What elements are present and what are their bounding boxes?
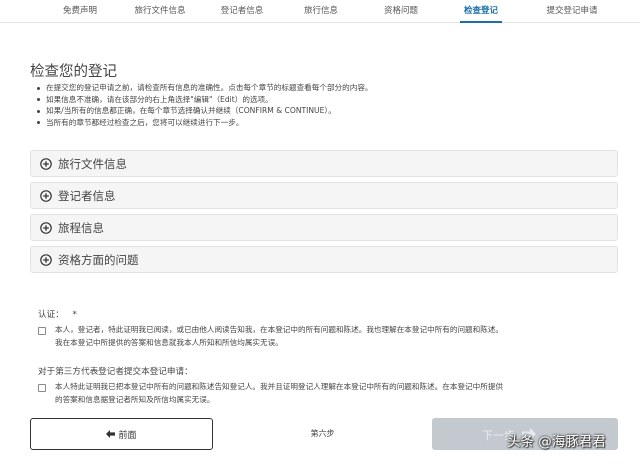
tab-submit[interactable]: 提交登记申请 bbox=[546, 3, 597, 19]
wizard-nav: 免费声明 旅行文件信息 登记者信息 旅行信息 资格问题 检查登记 提交登记申请 bbox=[0, 0, 640, 23]
statement-line: 本人，登记者，特此证明我已阅读，或已由他人阅读告知我，在本登记中的所有问题和陈述… bbox=[55, 325, 504, 334]
section-travel-document[interactable]: 旅行文件信息 bbox=[30, 150, 618, 177]
tab-applicant-info[interactable]: 登记者信息 bbox=[221, 3, 264, 19]
section-label: 资格方面的问题 bbox=[58, 253, 139, 267]
section-journey-info[interactable]: 旅程信息 bbox=[30, 214, 618, 241]
instruction-list: 在提交您的登记申请之前，请检查所有信息的准确性。点击每个章节的标题查看每个部分的… bbox=[34, 82, 624, 128]
watermark: 头条 @海豚君君 bbox=[507, 434, 606, 450]
statement-line: 我在本登记中所提供的答案和信息就我本人所知和所信均属实无误。 bbox=[55, 337, 283, 347]
certification-label: 认证： * bbox=[38, 308, 77, 320]
page-title: 检查您的登记 bbox=[30, 64, 117, 80]
section-label: 旅程信息 bbox=[58, 221, 104, 235]
tab-travel-info[interactable]: 旅行信息 bbox=[304, 3, 338, 19]
statement-line: 的答案和信息据登记者所知及所信均属实无误。 bbox=[55, 394, 215, 404]
instruction-item: 如果信息不准确，请在该部分的右上角选择"编辑"（Edit）的选项。 bbox=[34, 94, 624, 106]
tab-travel-document[interactable]: 旅行文件信息 bbox=[134, 3, 185, 19]
section-applicant-info[interactable]: 登记者信息 bbox=[30, 182, 618, 209]
instruction-item: 在提交您的登记申请之前，请检查所有信息的准确性。点击每个章节的标题查看每个部分的… bbox=[34, 82, 624, 94]
tab-review[interactable]: 检查登记 bbox=[459, 3, 503, 23]
instruction-item: 如果/当所有的信息都正确，在每个章节选择确认并继续（CONFIRM & CONT… bbox=[34, 105, 624, 117]
plus-circle-icon bbox=[40, 157, 52, 170]
required-mark: * bbox=[72, 310, 77, 320]
plus-circle-icon bbox=[40, 189, 52, 202]
certification-checkbox[interactable] bbox=[38, 327, 46, 335]
certification-statement: 本人，登记者，特此证明我已阅读，或已由他人阅读告知我，在本登记中的所有问题和陈述… bbox=[55, 324, 503, 349]
tab-eligibility[interactable]: 资格问题 bbox=[384, 3, 418, 19]
section-label: 登记者信息 bbox=[58, 189, 116, 203]
section-label: 旅行文件信息 bbox=[58, 157, 127, 171]
certification-label-text: 认证： bbox=[38, 310, 64, 320]
instruction-item: 当所有的章节都经过检查之后，您将可以继续进行下一步。 bbox=[34, 117, 624, 129]
tab-disclaimer[interactable]: 免费声明 bbox=[63, 3, 97, 19]
plus-circle-icon bbox=[40, 221, 52, 234]
third-party-label: 对于第三方代表登记者提交本登记申请： bbox=[38, 367, 193, 377]
section-eligibility[interactable]: 资格方面的问题 bbox=[30, 246, 618, 273]
statement-line: 本人特此证明我已把本登记中所有的问题和陈述告知登记人。我并且证明登记人理解在本登… bbox=[55, 382, 504, 391]
plus-circle-icon bbox=[40, 253, 52, 266]
third-party-checkbox[interactable] bbox=[38, 384, 46, 392]
third-party-statement: 本人特此证明我已把本登记中所有的问题和陈述告知登记人。我并且证明登记人理解在本登… bbox=[55, 381, 503, 406]
